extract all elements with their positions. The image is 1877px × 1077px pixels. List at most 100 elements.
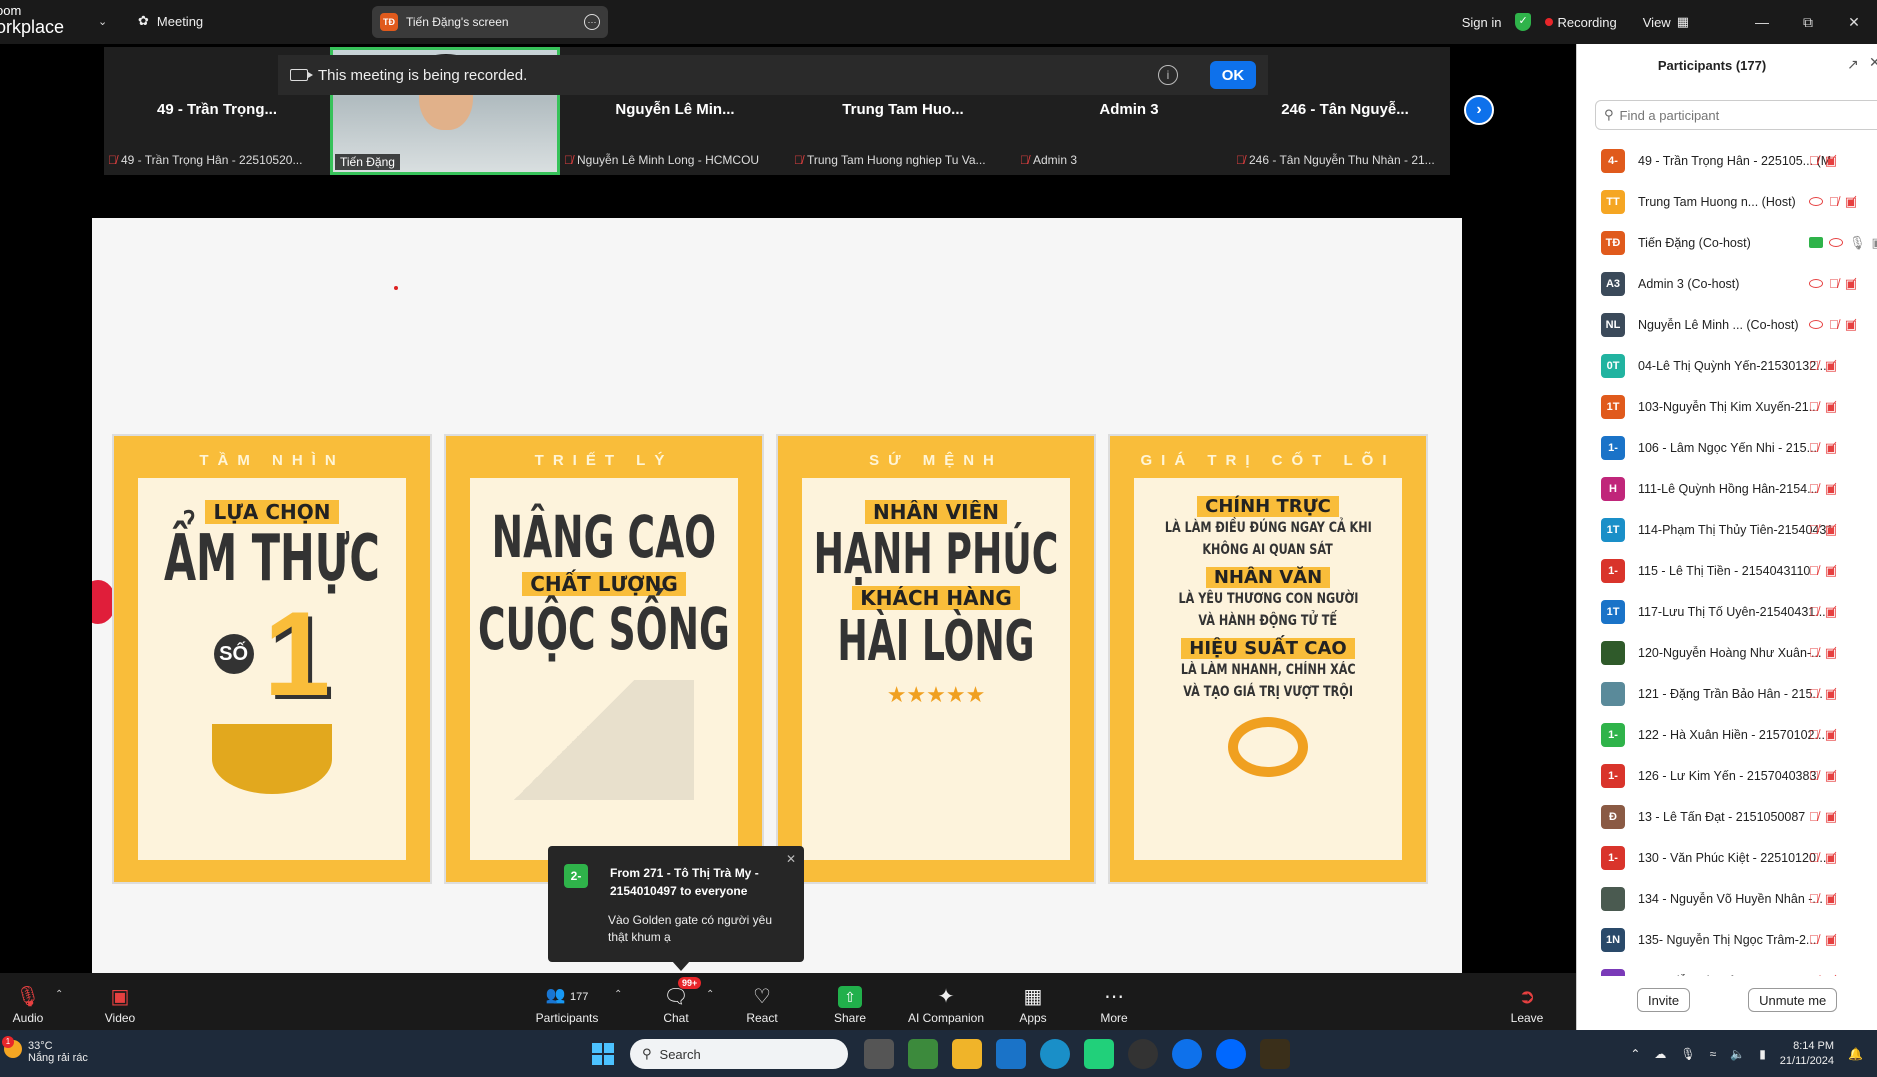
participants-icon: 👥 177 [545,987,589,1004]
volume-icon[interactable]: 🔈 [1730,1047,1745,1061]
shared-screen-pill[interactable]: TĐ Tiến Đặng's screen ··· [372,6,608,38]
windows-taskbar: 1 33°C Nắng rải rác ⚲ Search ⌃ ☁ 🎙 ≈ 🔈 ▮… [0,1030,1877,1077]
video-off-icon: ▣̸ [1824,685,1838,701]
participant-row[interactable]: 120-Nguyễn Hoàng Như Xuân-... 🎙̸ ▣̸ [1577,632,1877,673]
participant-row[interactable]: 0T 04-Lê Thị Quỳnh Yến-21530132... 🎙̸ ▣̸ [1577,345,1877,386]
close-icon[interactable]: ✕ [1831,14,1877,31]
invite-button[interactable]: Invite [1637,988,1691,1012]
meeting-label: Meeting [156,13,204,29]
battery-icon[interactable]: ▮ [1759,1047,1766,1061]
next-page-button[interactable]: › [1464,95,1494,125]
participant-name: Admin 3 (Co-host) [1638,276,1740,291]
participants-options-caret[interactable]: ⌃ [614,989,622,1000]
view-button[interactable]: View ▦ [1643,14,1689,30]
react-button[interactable]: ♡ React [744,977,780,1027]
participant-row[interactable]: 1- 122 - Hà Xuân Hiền - 21570102... 🎙̸ ▣̸ [1577,714,1877,755]
participant-row[interactable]: 4- 49 - Trần Trọng Hân - 225105... (Me) 🎙̸… [1577,140,1877,181]
task-view-icon[interactable] [864,1039,894,1069]
chat-notification[interactable]: 2- From 271 - Tô Thị Trà My - 2154010497… [548,846,804,971]
close-icon[interactable]: ✕ [786,852,796,866]
close-icon[interactable]: ✕ [1869,54,1877,71]
participant-row[interactable]: Đ 13 - Lê Tấn Đạt - 2151050087 🎙̸ ▣̸ [1577,796,1877,837]
participant-row[interactable]: 121 - Đặng Trần Bảo Hân - 215... 🎙̸ ▣̸ [1577,673,1877,714]
participant-avatar: 1- [1601,722,1625,747]
app-logo: oom orkplace [0,2,64,36]
participant-row[interactable]: 134 - Nguyễn Võ Huyền Nhân -... 🎙̸ ▣̸ [1577,878,1877,919]
participant-row[interactable]: 1T 117-Lưu Thị Tố Uyên-21540431... 🎙̸ ▣̸ [1577,591,1877,632]
participant-row[interactable]: TĐ Tiến Đặng (Co-host) 🎙 ▣ [1577,222,1877,263]
video-off-icon: ▣̸ [1844,316,1858,332]
ai-companion-button[interactable]: ✦ AI Companion [906,977,986,1027]
audio-options-caret[interactable]: ⌃ [55,989,63,1000]
zalo-icon[interactable] [1216,1039,1246,1069]
tile-name: 49 - Trần Trọng... [156,101,278,118]
minimize-icon[interactable]: — [1739,14,1785,30]
store-icon[interactable] [996,1039,1026,1069]
participants-button[interactable]: 👥 177 Participants [534,977,600,1027]
poster-highlight: LỰA CHỌN [205,500,339,524]
participant-row[interactable]: 1- 126 - Lư Kim Yến - 2157040383 🎙̸ ▣̸ [1577,755,1877,796]
participant-row[interactable]: TT Trung Tam Huong n... (Host) 🎙̸ ▣̸ [1577,181,1877,222]
mic-icon[interactable]: 🎙 [1680,1047,1695,1061]
poster-text: VÀ TẠO GIÁ TRỊ VƯỢT TRỘI [1183,684,1353,700]
participant-row[interactable]: H 111-Lê Quỳnh Hồng Hân-2154... 🎙̸ ▣̸ [1577,468,1877,509]
restore-icon[interactable]: ⧉ [1785,14,1831,31]
participant-row[interactable]: 1N 135- Nguyễn Thị Ngọc Trâm-2... 🎙̸ ▣̸ [1577,919,1877,960]
participant-name: Trung Tam Huong n... (Host) [1638,194,1796,209]
participant-search[interactable]: ⚲ [1595,100,1877,130]
chat-options-caret[interactable]: ⌃ [706,989,714,1000]
more-options-icon[interactable]: ··· [584,14,600,30]
chat-label: Chat [663,1011,689,1025]
participant-row[interactable]: NL Nguyễn Lê Minh ... (Co-host) 🎙̸ ▣̸ [1577,304,1877,345]
mic-muted-icon: 🎙̸ [1809,358,1819,373]
participant-row[interactable]: 1T 103-Nguyễn Thị Kim Xuyến-21... 🎙̸ ▣̸ [1577,386,1877,427]
participant-row[interactable]: 1- 106 - Lâm Ngọc Yến Nhi - 215... 🎙̸ ▣̸ [1577,427,1877,468]
notification-bell-icon[interactable]: 🔔 [1848,1047,1863,1061]
zoom-icon[interactable] [1172,1039,1202,1069]
pycharm-icon[interactable] [1084,1039,1114,1069]
sign-in-link[interactable]: Sign in [1462,15,1502,30]
video-button[interactable]: ▣ Video [102,977,138,1027]
chevron-up-icon[interactable]: ⌃ [1630,1047,1640,1061]
participant-row[interactable]: 1T 114-Phạm Thị Thủy Tiên-2154043108 🎙̸ ▣̸ [1577,509,1877,550]
audio-button[interactable]: 🎙 Audio [10,977,46,1027]
chevron-down-icon[interactable]: ⌄ [98,15,107,28]
media-player-icon[interactable] [1128,1039,1158,1069]
unmute-me-button[interactable]: Unmute me [1748,988,1838,1012]
mic-muted-icon: 🎙̸ [1809,891,1819,906]
popout-icon[interactable]: ↗ [1847,56,1859,73]
poster-badge: SỐ [213,634,254,674]
participant-row[interactable]: 1- 130 - Văn Phúc Kiệt - 22510120... 🎙̸ ▣̸ [1577,837,1877,878]
share-letterbox [92,175,1462,218]
participants-label: Participants [535,1011,599,1025]
temperature: 33°C [28,1040,53,1052]
chat-button[interactable]: 🗨 99+ Chat [660,977,702,1027]
participant-row[interactable]: 1- 115 - Lê Thị Tiền - 2154043110 🎙̸ ▣̸ [1577,550,1877,591]
participant-row[interactable]: A3 Admin 3 (Co-host) 🎙̸ ▣̸ [1577,263,1877,304]
mic-muted-icon: 🎙̸ [108,153,117,167]
windows-start-icon[interactable] [592,1043,614,1065]
security-shield-icon[interactable] [1515,13,1532,31]
onedrive-icon[interactable]: ☁ [1654,1047,1666,1061]
meeting-info-button[interactable]: ✿ Meeting [138,13,203,29]
recording-indicator[interactable]: Recording [1557,15,1616,30]
participant-search-input[interactable] [1619,107,1860,123]
file-explorer-icon[interactable] [952,1039,982,1069]
edge-icon[interactable] [1040,1039,1070,1069]
share-button[interactable]: ⇧ Share [834,977,866,1027]
system-clock[interactable]: 8:14 PM 21/11/2024 [1780,1039,1834,1069]
league-icon[interactable] [1260,1039,1290,1069]
participant-row[interactable]: 1- 136 - Liễu Gia Hân - 2254012069🎙̸ ▣̸ [1577,960,1877,976]
wifi-icon[interactable]: ≈ [1710,1047,1717,1061]
bluestacks-icon[interactable] [908,1039,938,1069]
ok-button[interactable]: OK [1210,61,1256,89]
info-icon[interactable]: i [1158,65,1178,85]
taskbar-search[interactable]: ⚲ Search [630,1039,848,1069]
more-button[interactable]: ⋯ More [1099,977,1129,1027]
leave-button[interactable]: ➲ Leave [1510,977,1544,1027]
apps-button[interactable]: ▦ Apps [1018,977,1048,1027]
weather-widget[interactable]: 1 33°C Nắng rải rác [2,1036,88,1064]
leave-label: Leave [1510,1011,1544,1025]
search-icon: ⚲ [1604,107,1614,122]
video-off-icon: ▣̸ [1824,890,1838,906]
